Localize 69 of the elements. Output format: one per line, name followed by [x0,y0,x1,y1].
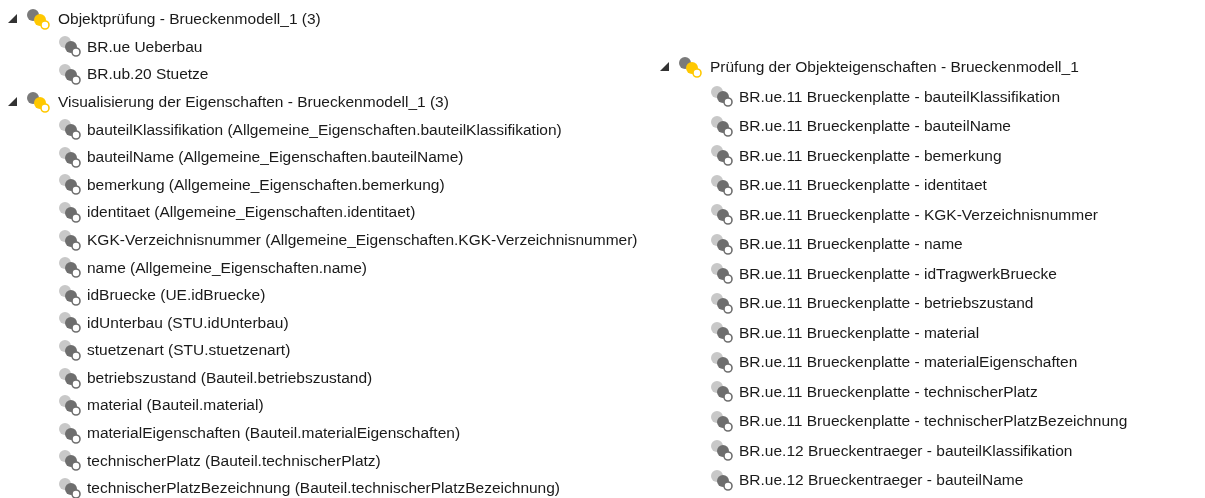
group-icon [677,55,703,78]
tree-item-label[interactable]: stuetzenart (STU.stuetzenart) [87,338,291,362]
item-icon [710,291,734,314]
item-icon [710,114,734,137]
expand-arrow-icon[interactable] [8,14,17,24]
item-icon [58,200,82,223]
tree-item-label[interactable]: bauteilName (Allgemeine_Eigenschaften.bauteilName) [87,145,464,169]
item-icon [710,380,734,403]
group-icon [25,90,51,113]
tree-item-label[interactable]: BR.ue.11 Brueckenplatte - identitaet [739,173,987,197]
tree-item-label[interactable]: BR.ue.11 Brueckenplatte - idTragwerkBruecke [739,261,1057,285]
tree-item-label[interactable]: bauteilKlassifikation (Allgemeine_Eigenschaften.bauteilKlassifikation) [87,117,562,141]
item-icon [58,421,82,444]
item-icon [58,35,82,58]
item-icon [58,283,82,306]
item-icon [710,468,734,491]
tree-item-label[interactable]: KGK-Verzeichnisnummer (Allgemeine_Eigenschaften.KGK-Verzeichnisnummer) [87,227,638,252]
tree-item-label[interactable]: BR.ue.11 Brueckenplatte - KGK-Verzeichnisnummer [739,202,1098,226]
tree-item-label[interactable]: name (Allgemeine_Eigenschaften.name) [87,255,368,279]
expand-arrow-icon[interactable] [660,62,669,72]
tree-item-label[interactable]: idUnterbau (STU.idUnterbau) [87,310,289,334]
tree-item-label[interactable]: BR.ub.20 Stuetze [87,62,209,86]
tree-node-label[interactable]: Prüfung der Objekteigenschaften - Brueckenmodell_1 [710,55,1079,79]
item-icon [58,394,82,417]
item-icon [58,145,82,168]
tree-item-label[interactable]: BR.ue.11 Brueckenplatte - bauteilName [739,114,1011,138]
tree-node-label[interactable]: Visualisierung der Eigenschaften - Brueckenmodell_1 (3) [58,89,449,114]
expand-arrow-icon[interactable] [8,97,17,107]
item-icon [58,256,82,279]
item-icon [710,85,734,108]
item-icon [710,203,734,226]
tree-item-label[interactable]: bemerkung (Allgemeine_Eigenschaften.bemerkung) [87,172,445,196]
item-icon [58,338,82,361]
item-icon [58,228,82,251]
tree-node-label[interactable]: Objektprüfung - Brueckenmodell_1 (3) [58,7,321,31]
tree-item-label[interactable]: technischerPlatzBezeichnung (Bauteil.technischerPlatzBezeichnung) [87,476,561,498]
item-icon [58,449,82,472]
item-icon [58,311,82,334]
tree-item-label[interactable]: BR.ue.11 Brueckenplatte - betriebszustand [739,291,1034,315]
item-icon [58,366,82,389]
item-icon [710,232,734,255]
tree-item-label[interactable]: BR.ue.11 Brueckenplatte - technischerPlatz [739,379,1038,403]
tree-item-label[interactable]: idBruecke (UE.idBruecke) [87,283,266,307]
item-icon [710,321,734,344]
item-icon [58,63,82,85]
tree-item-label[interactable]: betriebszustand (Bauteil.betriebszustand) [87,365,373,390]
group-icon [25,7,51,30]
tree-item-label[interactable]: BR.ue.11 Brueckenplatte - material [739,320,980,344]
item-icon [710,262,734,285]
tree-item-label[interactable]: BR.ue.11 Brueckenplatte - bauteilKlassifikation [739,84,1061,108]
tree-item-label[interactable]: BR.ue.11 Brueckenplatte - materialEigenschaften [739,350,1078,374]
tree-item-label[interactable]: BR.ue.11 Brueckenplatte - technischerPlatzBezeichnung [739,409,1128,433]
item-icon [710,409,734,432]
tree-item-label[interactable]: technischerPlatz (Bauteil.technischerPlatz) [87,448,381,472]
tree-item-label[interactable]: BR.ue Ueberbau [87,34,203,58]
item-icon [58,118,82,141]
tree-item-label[interactable]: materialEigenschaften (Bauteil.materialEigenschaften) [87,421,461,445]
tree-item-label[interactable]: BR.ue.11 Brueckenplatte - bemerkung [739,143,1002,167]
item-icon [710,173,734,196]
item-icon [58,476,82,498]
item-icon [710,350,734,373]
tree-item-label[interactable]: material (Bauteil.material) [87,393,264,417]
item-icon [710,439,734,462]
tree-item-label[interactable]: BR.ue.12 Brueckentraeger - bauteilName [739,468,1024,492]
tree-item-label[interactable]: BR.ue.11 Brueckenplatte - name [739,232,963,256]
tree-item-label[interactable]: identitaet (Allgemeine_Eigenschaften.identitaet) [87,200,416,224]
item-icon [710,144,734,167]
tree-item-label[interactable]: BR.ue.12 Brueckentraeger - bauteilKlassifikation [739,438,1073,462]
item-icon [58,173,82,196]
